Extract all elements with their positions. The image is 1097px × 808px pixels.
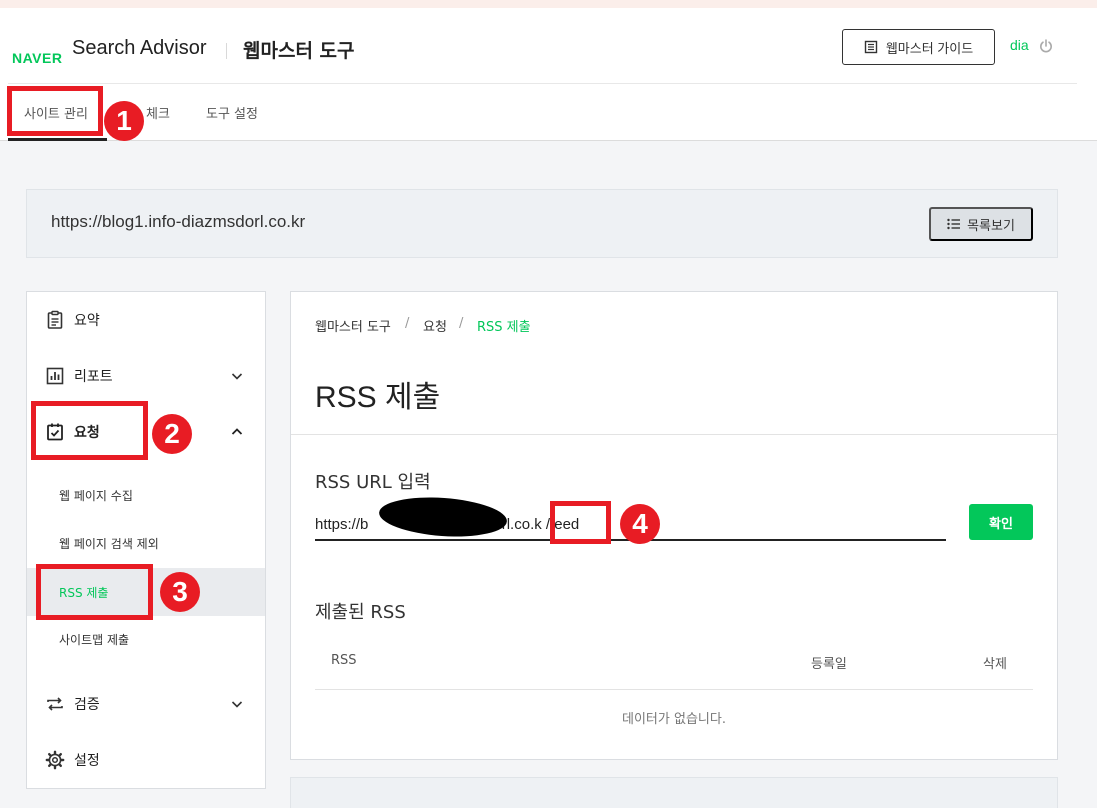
list-view-button[interactable]: 목록보기: [929, 207, 1033, 241]
bottom-card: [290, 777, 1058, 808]
sidebar-item-label: 리포트: [74, 369, 113, 385]
annotation-box-1: [7, 86, 103, 136]
annotation-box-4: [550, 501, 611, 544]
annotation-badge-2: 2: [152, 414, 192, 454]
site-bar: https://blog1.info-diazmsdorl.co.kr 목록보기: [26, 189, 1058, 258]
sidebar: 요약 리포트 요청 웹 페이지 수집 웹 페이지 검색 제외 RSS 제출 사이…: [26, 291, 266, 789]
brand-name[interactable]: Search Advisor: [72, 37, 207, 60]
power-icon[interactable]: [1038, 38, 1054, 54]
empty-table-message: 데이터가 없습니다.: [622, 712, 726, 727]
guide-button-label: 웹마스터 가이드: [885, 40, 974, 56]
title-divider: [291, 434, 1057, 435]
sidebar-subitem-sitemap-submit[interactable]: 사이트맵 제출: [27, 615, 265, 663]
list-view-label: 목록보기: [967, 217, 1015, 233]
rss-url-label: RSS URL 입력: [315, 472, 431, 493]
sidebar-subitem-label: 사이트맵 제출: [59, 632, 130, 647]
sidebar-item-label: 요약: [74, 313, 100, 329]
annotation-badge-4: 4: [620, 504, 660, 544]
annotation-box-2: [31, 401, 148, 460]
clipboard-icon: [47, 310, 63, 329]
sidebar-item-settings[interactable]: 설정: [27, 732, 265, 788]
sidebar-subitem-page-exclude[interactable]: 웹 페이지 검색 제외: [27, 519, 265, 567]
header-divider: [8, 83, 1077, 84]
list-icon: [947, 218, 961, 230]
webmaster-guide-button[interactable]: 웹마스터 가이드: [842, 29, 995, 65]
sidebar-item-summary[interactable]: 요약: [27, 292, 265, 348]
breadcrumb-separator: /: [459, 316, 464, 331]
chevron-down-icon: [231, 701, 243, 708]
app-header: NAVER Search Advisor 웹마스터 도구 웹마스터 가이드 di…: [0, 8, 1097, 141]
breadcrumb-separator: /: [405, 316, 410, 331]
chevron-down-icon: [231, 373, 243, 380]
repeat-icon: [47, 697, 63, 711]
tab-tool-settings[interactable]: 도구 설정: [206, 103, 258, 122]
sidebar-item-label: 검증: [74, 697, 100, 713]
gear-icon: [45, 750, 65, 770]
document-list-icon: [864, 40, 878, 54]
chart-icon: [46, 367, 64, 385]
user-name[interactable]: dia: [1010, 37, 1029, 53]
sidebar-subitem-label: 웹 페이지 검색 제외: [59, 536, 159, 551]
sidebar-item-report[interactable]: 리포트: [27, 348, 265, 404]
breadcrumb-webmaster-tools[interactable]: 웹마스터 도구: [315, 316, 391, 335]
column-header-registered-date: 등록일: [811, 657, 847, 672]
submitted-rss-title: 제출된 RSS: [315, 602, 406, 623]
active-tab-indicator: [8, 138, 107, 141]
brand-separator: [226, 43, 227, 59]
column-header-rss: RSS: [331, 653, 357, 668]
rss-panel: 웹마스터 도구 / 요청 / RSS 제출 RSS 제출 RSS URL 입력 …: [290, 291, 1058, 760]
sidebar-subitem-page-crawl[interactable]: 웹 페이지 수집: [27, 471, 265, 519]
top-strip: [0, 0, 1097, 8]
annotation-box-3: [36, 564, 153, 620]
page-title: RSS 제출: [315, 381, 441, 414]
sidebar-item-label: 설정: [74, 753, 100, 769]
confirm-button[interactable]: 확인: [969, 504, 1033, 540]
tab-check[interactable]: 체크: [146, 103, 170, 122]
naver-logo[interactable]: NAVER: [12, 50, 62, 66]
chevron-up-icon: [231, 428, 243, 435]
sidebar-subitem-label: 웹 페이지 수집: [59, 488, 133, 503]
breadcrumb-current: RSS 제출: [477, 320, 531, 335]
column-header-delete: 삭제: [983, 657, 1007, 672]
annotation-badge-1: 1: [104, 101, 144, 141]
site-url: https://blog1.info-diazmsdorl.co.kr: [51, 212, 306, 231]
sidebar-item-verify[interactable]: 검증: [27, 676, 265, 732]
breadcrumb-request[interactable]: 요청: [423, 316, 447, 335]
annotation-badge-3: 3: [160, 572, 200, 612]
table-divider: [315, 689, 1033, 690]
tool-title[interactable]: 웹마스터 도구: [243, 36, 355, 63]
